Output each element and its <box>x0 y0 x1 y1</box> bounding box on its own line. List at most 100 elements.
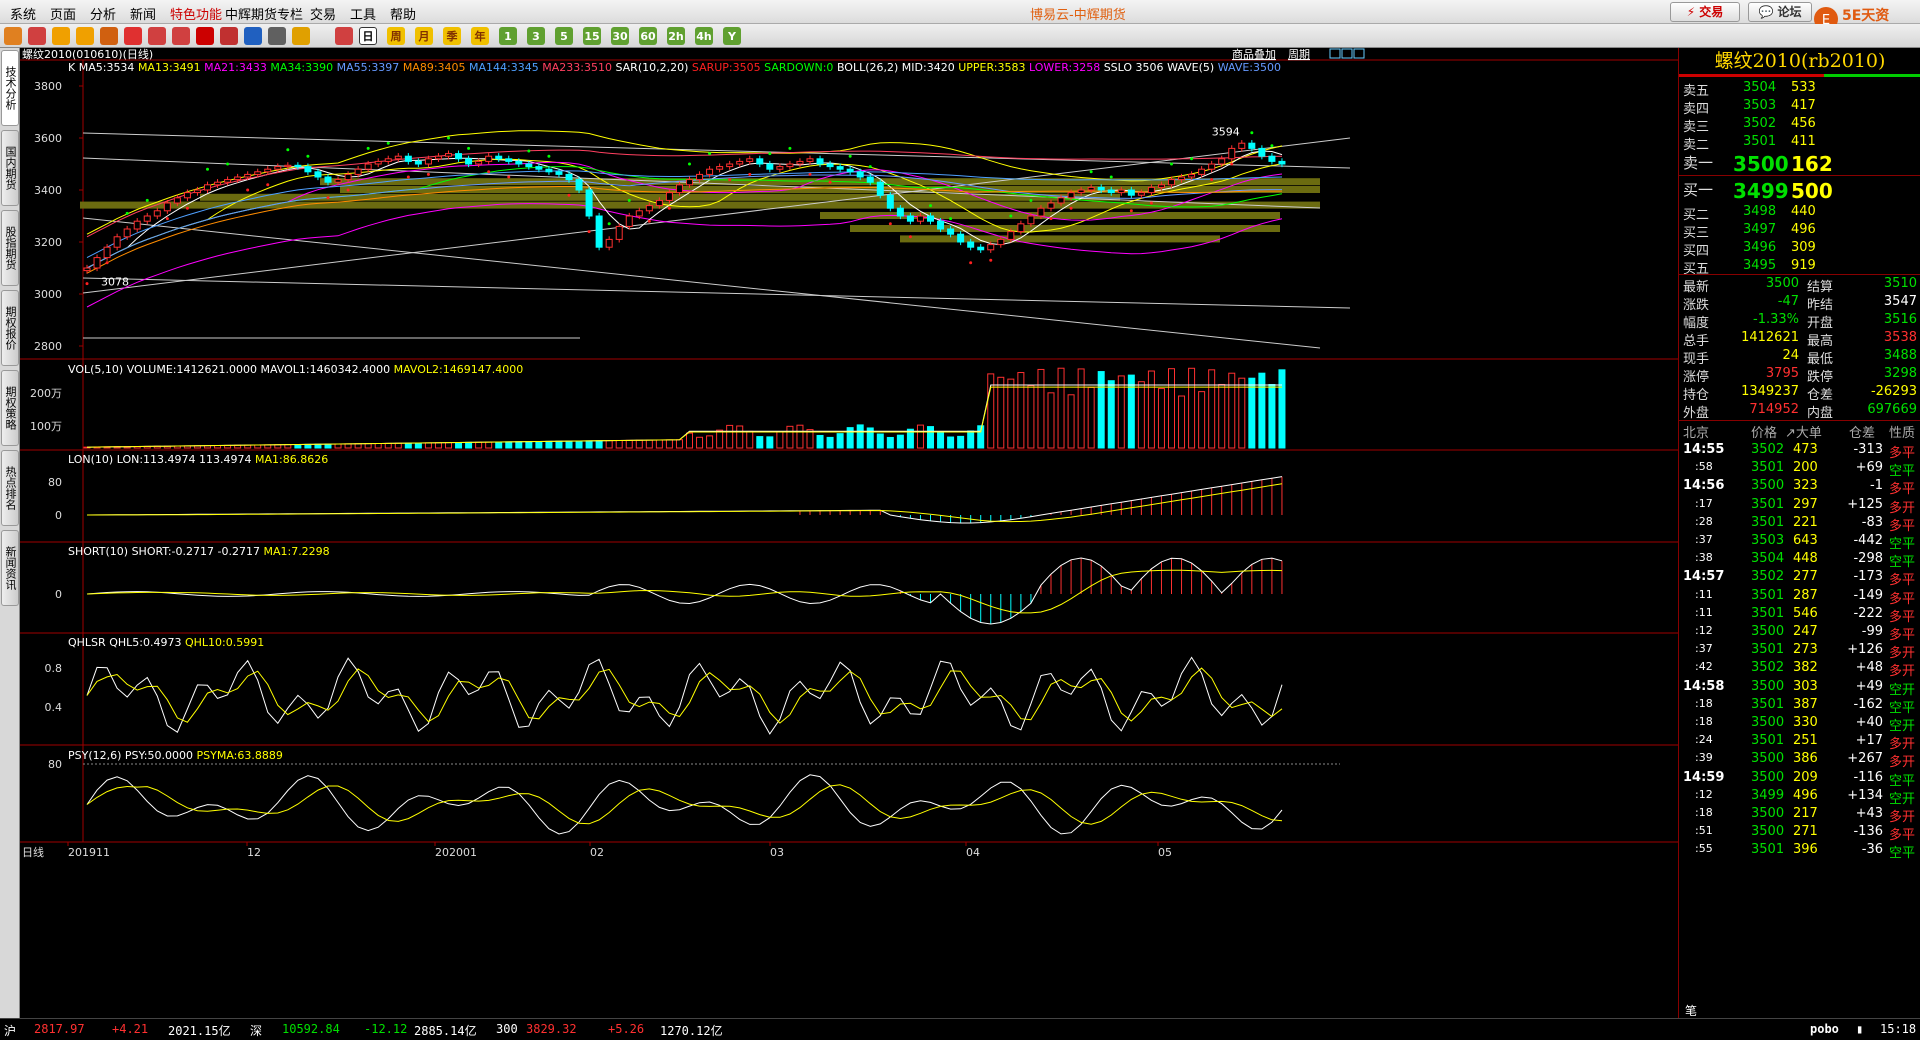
table-icon[interactable] <box>268 27 286 45</box>
menu-item-1[interactable]: 页面 <box>50 4 76 23</box>
tick-row[interactable]: :24 3501 251 +17 多开 <box>1679 733 1920 753</box>
left-tab-1[interactable]: 国内期货 <box>1 130 19 206</box>
tick-row[interactable]: :12 3500 247 -99 多平 <box>1679 624 1920 644</box>
left-tab-5[interactable]: 热点排名 <box>1 450 19 526</box>
tick-row[interactable]: :18 3501 387 -162 空平 <box>1679 697 1920 717</box>
window-ctrl-icon[interactable] <box>1353 48 1365 59</box>
period-button-2[interactable]: 季 <box>443 27 461 45</box>
tick-price: 3501 <box>1751 587 1785 603</box>
draw-icon[interactable] <box>172 27 190 45</box>
kline-mode-icon[interactable] <box>335 27 353 45</box>
home-icon[interactable] <box>28 27 46 45</box>
tick-row[interactable]: :55 3501 396 -36 空平 <box>1679 842 1920 862</box>
period-button-9[interactable]: 60 <box>639 27 657 45</box>
chart-canvas[interactable]: 螺纹2010(010610)(日线) 商品叠加 周期 K MA5:3534 MA13:… <box>20 47 1678 1018</box>
ask-row[interactable]: 卖一 3500 162 <box>1679 152 1920 176</box>
tick-row[interactable]: 14:58 3500 303 +49 空开 <box>1679 679 1920 699</box>
period-button-12[interactable]: Y <box>723 27 741 45</box>
period-button-4[interactable]: 1 <box>499 27 517 45</box>
tick-row[interactable]: 14:55 3502 473 -313 多平 <box>1679 442 1920 462</box>
tick-row[interactable]: :38 3504 448 -298 空平 <box>1679 551 1920 571</box>
stat-row[interactable]: 总手 1412621 最高 3538 <box>1679 330 1920 350</box>
list-icon[interactable] <box>52 27 70 45</box>
tick-row[interactable]: :11 3501 546 -222 多平 <box>1679 606 1920 626</box>
left-tab-2[interactable]: 股指期货 <box>1 210 19 286</box>
tick-row[interactable]: :39 3500 386 +267 多开 <box>1679 751 1920 771</box>
forum-button[interactable]: 💬 论坛 <box>1748 2 1812 22</box>
tick-header[interactable]: 北京 价格 ↗大单 仓差 性质 <box>1679 422 1920 442</box>
zoom-icon[interactable] <box>148 27 166 45</box>
bid-row[interactable]: 买四 3496 309 <box>1679 240 1920 260</box>
tick-row[interactable]: :37 3503 643 -442 空平 <box>1679 533 1920 553</box>
tick-row[interactable]: 14:59 3500 209 -116 空平 <box>1679 770 1920 790</box>
period-button-6[interactable]: 5 <box>555 27 573 45</box>
search-icon[interactable] <box>124 27 142 45</box>
ask-row[interactable]: 卖三 3502 456 <box>1679 116 1920 136</box>
x-axis-label: 04 <box>966 846 980 859</box>
menu-item-2[interactable]: 分析 <box>90 4 116 23</box>
stat-row[interactable]: 涨停 3795 跌停 3298 <box>1679 366 1920 386</box>
window-ctrl-icon[interactable] <box>1341 48 1353 59</box>
daily-period-icon[interactable]: 日 <box>359 27 377 45</box>
menu-item-8[interactable]: 帮助 <box>390 4 416 23</box>
tick-row[interactable]: :11 3501 287 -149 多平 <box>1679 588 1920 608</box>
ask-row[interactable]: 卖四 3503 417 <box>1679 98 1920 118</box>
period-button-5[interactable]: 3 <box>527 27 545 45</box>
layout-icon[interactable] <box>100 27 118 45</box>
stat-row[interactable]: 幅度 -1.33% 开盘 3516 <box>1679 312 1920 332</box>
stat-row[interactable]: 持仓 1349237 仓差 -26293 <box>1679 384 1920 404</box>
tick-row[interactable]: :18 3500 330 +40 空开 <box>1679 715 1920 735</box>
ask-row[interactable]: 卖五 3504 533 <box>1679 80 1920 100</box>
pen-icon[interactable] <box>196 27 214 45</box>
ask-row[interactable]: 卖二 3501 411 <box>1679 134 1920 154</box>
period-link[interactable]: 周期 <box>1288 48 1310 61</box>
left-tab-0[interactable]: 技术分析 <box>1 50 19 126</box>
tick-row[interactable]: :28 3501 221 -83 多平 <box>1679 515 1920 535</box>
bid-row[interactable]: 买五 3495 919 <box>1679 258 1920 278</box>
tick-row[interactable]: 14:57 3502 277 -173 多平 <box>1679 569 1920 589</box>
period-button-8[interactable]: 30 <box>611 27 629 45</box>
tick-row[interactable]: :58 3501 200 +69 空平 <box>1679 460 1920 480</box>
period-button-7[interactable]: 15 <box>583 27 601 45</box>
bid-row[interactable]: 买一 3499 500 <box>1679 179 1920 203</box>
tick-row[interactable]: :17 3501 297 +125 多开 <box>1679 497 1920 517</box>
bid-row[interactable]: 买二 3498 440 <box>1679 204 1920 224</box>
period-button-10[interactable]: 2h <box>667 27 685 45</box>
left-tab-4[interactable]: 期权策略 <box>1 370 19 446</box>
period-button-1[interactable]: 月 <box>415 27 433 45</box>
trade-button[interactable]: ⚡ 交易 <box>1670 2 1740 22</box>
period-button-3[interactable]: 年 <box>471 27 489 45</box>
stat-row[interactable]: 最新 3500 结算 3510 <box>1679 276 1920 296</box>
sar-dot <box>888 222 892 226</box>
folder-icon[interactable] <box>76 27 94 45</box>
menu-item-0[interactable]: 系统 <box>10 4 36 23</box>
period-button-0[interactable]: 周 <box>387 27 405 45</box>
menu-item-5[interactable]: 中辉期货专栏 <box>225 4 303 23</box>
lon-tick-label: 80 <box>48 476 62 489</box>
menu-item-3[interactable]: 新闻 <box>130 4 156 23</box>
flag-icon[interactable] <box>292 27 310 45</box>
period-button-11[interactable]: 4h <box>695 27 713 45</box>
tool-icon[interactable] <box>220 27 238 45</box>
tick-row[interactable]: :12 3499 496 +134 空开 <box>1679 788 1920 808</box>
stat-row[interactable]: 涨跌 -47 昨结 3547 <box>1679 294 1920 314</box>
bid-row[interactable]: 买三 3497 496 <box>1679 222 1920 242</box>
tick-footer[interactable]: 笔 <box>1685 1002 1697 1019</box>
tick-row[interactable]: 14:56 3500 323 -1 多平 <box>1679 478 1920 498</box>
stat-label: 最新 <box>1683 280 1710 295</box>
menu-item-4[interactable]: 特色功能 <box>170 4 222 23</box>
tick-row[interactable]: :42 3502 382 +48 多开 <box>1679 660 1920 680</box>
stat-row[interactable]: 现手 24 最低 3488 <box>1679 348 1920 368</box>
tick-row[interactable]: :51 3500 271 -136 多平 <box>1679 824 1920 844</box>
tick-row[interactable]: :37 3501 273 +126 多开 <box>1679 642 1920 662</box>
menu-item-7[interactable]: 工具 <box>350 4 376 23</box>
grid-icon[interactable] <box>244 27 262 45</box>
left-tab-6[interactable]: 新闻资讯 <box>1 530 19 606</box>
left-tab-3[interactable]: 期权报价 <box>1 290 19 366</box>
tick-row[interactable]: :18 3500 217 +43 多开 <box>1679 806 1920 826</box>
stat-row[interactable]: 外盘 714952 内盘 697669 <box>1679 402 1920 422</box>
menu-item-6[interactable]: 交易 <box>310 4 336 23</box>
back-icon[interactable] <box>4 27 22 45</box>
window-ctrl-icon[interactable] <box>1329 48 1341 59</box>
overlay-link[interactable]: 商品叠加 <box>1232 47 1276 61</box>
